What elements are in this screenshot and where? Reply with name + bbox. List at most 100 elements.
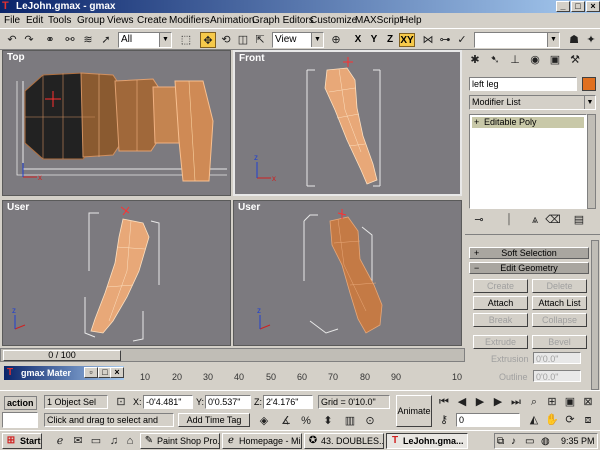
outlook-icon[interactable]: ✉ [70,433,86,449]
extrusion-spinner[interactable]: 0'0.0" [533,352,581,364]
move-icon[interactable]: ✥ [200,32,216,48]
menu-create[interactable]: Create [137,15,167,27]
create-tab-icon[interactable]: ✱ [467,52,483,68]
start-button[interactable]: ⊞ Start [2,433,42,449]
axis-xy-button[interactable]: XY [399,33,415,47]
modifier-list-dropdown[interactable]: Modifier List ▼ [469,95,596,110]
viewport-user-left[interactable]: User z [2,200,231,346]
menu-animation[interactable]: Animation [210,15,254,27]
configure-sets-icon[interactable]: ▤ [571,212,587,228]
snap-toggle-icon[interactable]: ◈ [256,413,272,429]
monitor-icon[interactable]: ▭ [525,435,534,449]
collapse-button[interactable]: Collapse [532,313,587,327]
maxscript-listener-field[interactable] [2,412,38,428]
modify-tab-icon[interactable]: ➷ [487,52,503,68]
task-homepage[interactable]: ℯ Homepage - Mi... [222,433,302,449]
modifier-stack[interactable]: + Editable Poly [469,114,587,209]
pan-icon[interactable]: ✋ [544,412,560,428]
material-icon[interactable]: ☗ [566,32,582,48]
material-editor-minimized[interactable]: T gmax Mater ▫ □ × [4,366,124,380]
mirror-icon[interactable]: ⋈ [420,32,436,48]
pin-stack-icon[interactable]: ⊸ [471,212,487,228]
task-paint-shop-pro[interactable]: ✎ Paint Shop Pro... [140,433,220,449]
reference-coord-dropdown[interactable]: View ▼ [272,32,324,48]
time-slider[interactable]: 0 / 100 [0,348,465,362]
menu-edit[interactable]: Edit [26,15,43,27]
selection-filter-dropdown[interactable]: All ▼ [118,32,172,48]
menu-group[interactable]: Group [77,15,105,27]
extrude-button[interactable]: Extrude [473,335,528,349]
menu-tools[interactable]: Tools [48,15,71,27]
y-coordinate[interactable]: 0'0.537" [205,395,251,409]
close-button[interactable]: × [586,1,600,12]
restore-button[interactable]: ▫ [84,367,98,378]
render-icon[interactable]: ✦ [583,32,599,48]
link-icon[interactable]: ⚭ [42,32,58,48]
explorer-icon[interactable]: ⌂ [122,433,138,449]
expand-plus-icon[interactable]: + [474,117,479,128]
select-arrow-icon[interactable]: ➚ [98,32,114,48]
current-frame-field[interactable]: 0 [456,413,520,427]
angle-snap-icon[interactable]: ∡ [278,413,294,429]
menu-file[interactable]: File [4,15,20,27]
scale-icon[interactable]: ◫ [235,32,251,48]
menu-views[interactable]: Views [107,15,134,27]
ie-icon[interactable]: ℯ [52,433,68,449]
menu-help[interactable]: Help [401,15,422,27]
z-coordinate[interactable]: 2'4.176" [263,395,313,409]
axis-x-button[interactable]: X [352,33,364,47]
fov-icon[interactable]: ◭ [526,412,542,428]
next-frame-icon[interactable]: ▶ [490,394,506,410]
object-name-field[interactable]: left leg [469,77,577,91]
break-button[interactable]: Break [473,313,528,327]
motion-tab-icon[interactable]: ◉ [527,52,543,68]
object-color-swatch[interactable] [582,77,596,91]
go-to-start-icon[interactable]: ⏮ [436,394,452,410]
zoom-all-icon[interactable]: ⊞ [544,394,560,410]
edit-named-sel-icon[interactable]: ▥ [342,413,358,429]
remove-modifier-icon[interactable]: ⌫ [545,212,561,228]
rollout-soft-selection[interactable]: + Soft Selection [469,247,589,259]
outline-spinner[interactable]: 0'0.0" [533,370,581,382]
x-coordinate[interactable]: -0'4.481" [143,395,193,409]
key-mode-icon[interactable]: ⚷ [436,412,452,428]
menu-modifiers[interactable]: Modifiers [169,15,210,27]
isolate-icon[interactable]: ⊙ [362,413,378,429]
arc-rotate-icon[interactable]: ⟳ [562,412,578,428]
hierarchy-tab-icon[interactable]: ⊥ [507,52,523,68]
play-icon[interactable]: ▶ [472,394,488,410]
menu-customize[interactable]: Customize [310,15,357,27]
manipulate-icon[interactable]: ⇱ [252,32,268,48]
maxscript-mode-label[interactable]: action [4,396,37,410]
minimize-button[interactable]: _ [556,1,570,12]
time-slider-thumb[interactable]: 0 / 100 [3,350,121,361]
attach-list-button[interactable]: Attach List [532,296,587,310]
select-region-icon[interactable]: ⬚ [178,32,194,48]
percent-snap-icon[interactable]: % [298,413,314,429]
network-icon[interactable]: ⧉ [497,435,504,449]
axis-y-button[interactable]: Y [368,33,380,47]
zoom-extents-icon[interactable]: ▣ [562,394,578,410]
display-tab-icon[interactable]: ▣ [547,52,563,68]
stack-scrollbar[interactable] [587,114,596,209]
viewport-top[interactable]: Top x [2,50,231,196]
viewport-front[interactable]: Front x z [233,50,462,196]
undo-icon[interactable]: ↶ [4,32,20,48]
add-time-tag-button[interactable]: Add Time Tag [178,413,250,427]
named-selection-dropdown[interactable]: ▼ [474,32,560,48]
task-doubles[interactable]: ✪ 43. DOUBLES... [304,433,384,449]
redo-icon[interactable]: ↷ [21,32,37,48]
antivirus-icon[interactable]: ◍ [541,435,550,449]
lock-selection-icon[interactable]: ⊡ [113,394,129,410]
rollout-edit-geometry[interactable]: − Edit Geometry [469,262,589,274]
zoom-extents-all-icon[interactable]: ⊠ [580,394,596,410]
rotate-icon[interactable]: ⟲ [218,32,234,48]
align-icon[interactable]: ⊶ [437,32,453,48]
maximize-button[interactable]: □ [571,1,585,12]
axis-z-button[interactable]: Z [384,33,396,47]
desktop-icon[interactable]: ▭ [88,433,104,449]
unlink-icon[interactable]: ⚯ [62,32,78,48]
viewport-user-right[interactable]: User z [233,200,462,346]
clock[interactable]: 9:35 PM [561,434,595,448]
stack-item-editable-poly[interactable]: + Editable Poly [472,117,584,128]
